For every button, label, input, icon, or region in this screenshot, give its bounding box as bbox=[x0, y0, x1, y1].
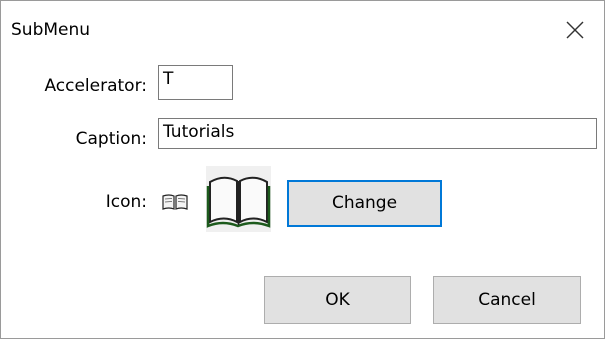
close-icon bbox=[566, 21, 584, 39]
accelerator-field[interactable]: T bbox=[158, 65, 233, 100]
icon-label: Icon: bbox=[105, 192, 147, 212]
dialog-title: SubMenu bbox=[11, 20, 91, 40]
small-book-icon bbox=[162, 193, 188, 211]
large-book-icon bbox=[206, 166, 271, 232]
ok-button[interactable]: OK bbox=[264, 276, 411, 324]
submenu-dialog: SubMenu Accelerator: T Caption: Tutorial… bbox=[0, 0, 605, 339]
close-button[interactable] bbox=[563, 18, 587, 42]
accelerator-label: Accelerator: bbox=[44, 76, 147, 96]
change-button[interactable]: Change bbox=[287, 180, 442, 227]
caption-label: Caption: bbox=[75, 129, 147, 149]
caption-field[interactable]: Tutorials bbox=[158, 118, 597, 149]
cancel-button[interactable]: Cancel bbox=[433, 276, 581, 324]
